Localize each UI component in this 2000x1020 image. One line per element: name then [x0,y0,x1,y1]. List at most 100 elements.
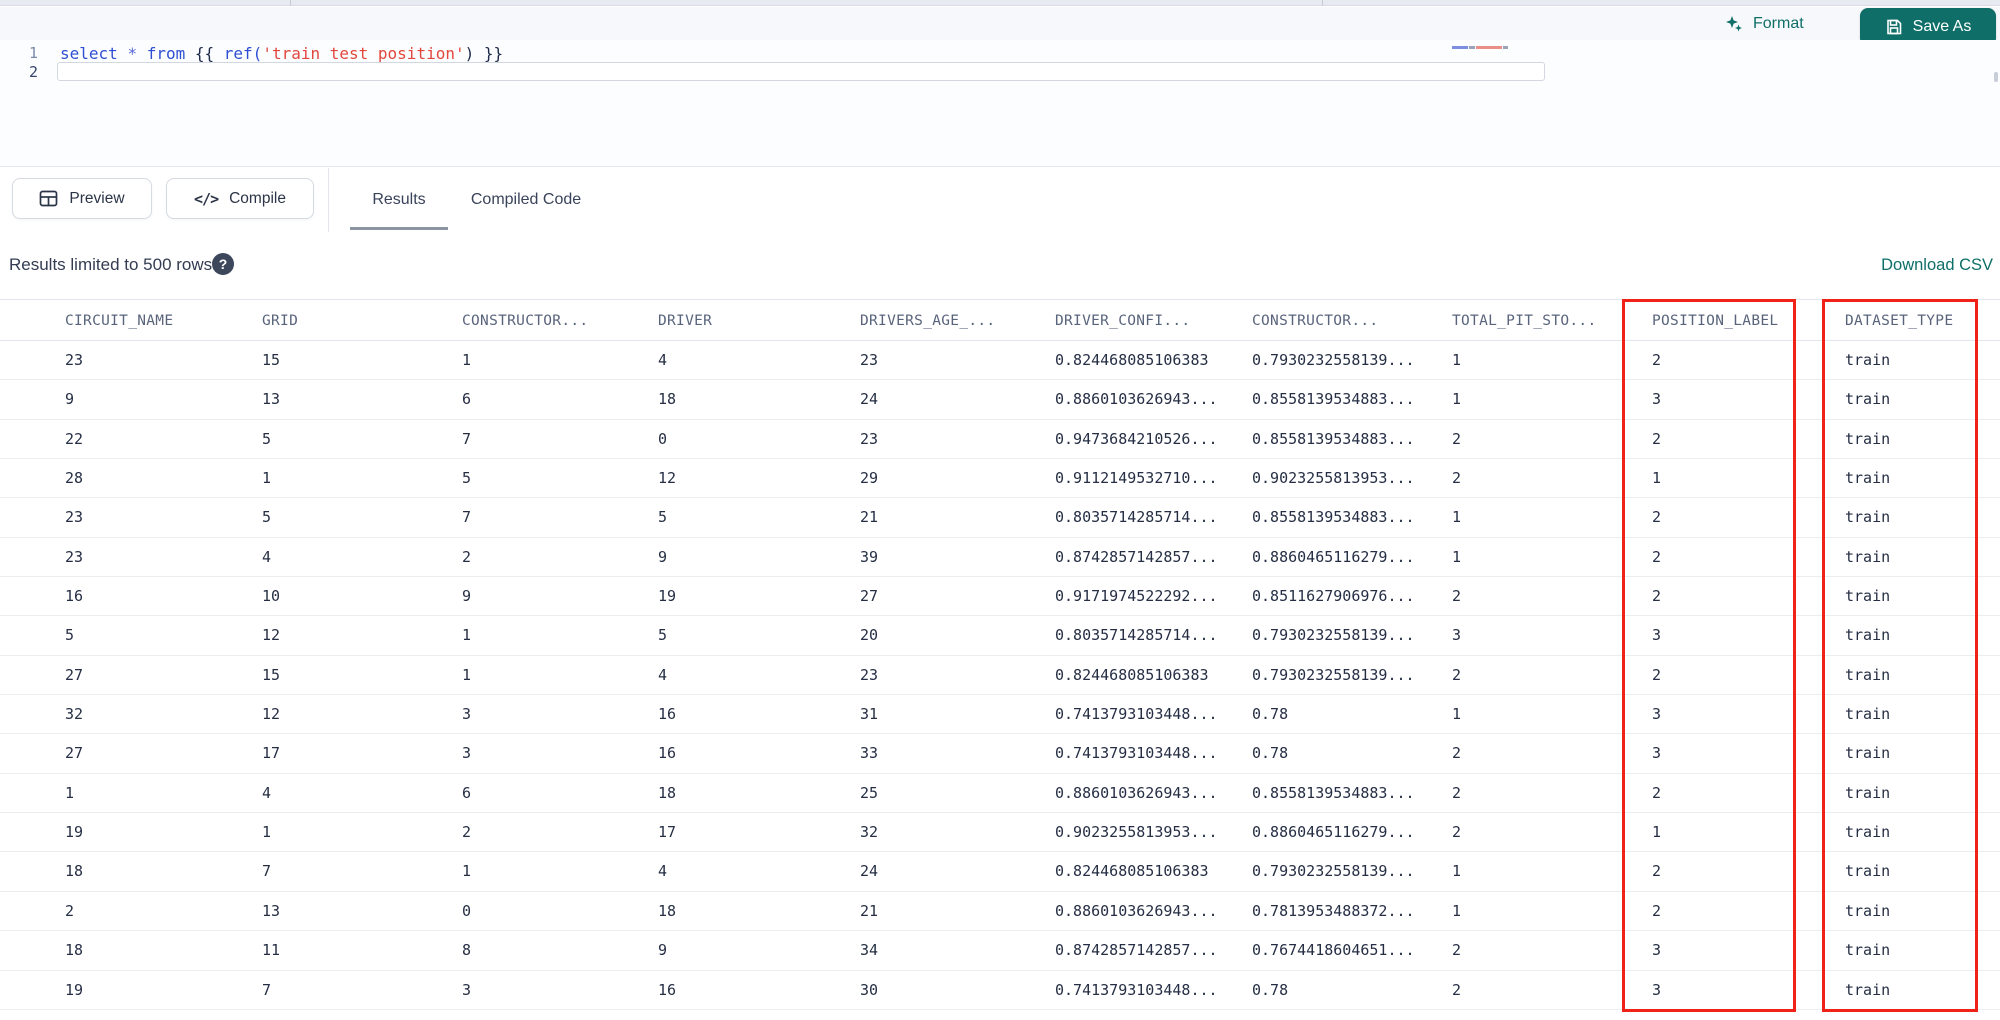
save-icon [1885,18,1903,36]
table-row: 27 15 1 4 23 0.824468085106383 0.7930232558139… [0,655,2000,696]
table-cell: 23 [65,351,84,369]
compile-button[interactable]: </> Compile [166,178,314,219]
table-cell: 19 [65,980,84,999]
table-cell: 24 [860,390,879,409]
table-cell: train [1845,547,1891,566]
format-label: Format [1753,14,1804,32]
table-cell: 0.824468085106383 [1055,665,1209,684]
tab-results[interactable]: Results [350,168,448,232]
download-csv-link[interactable]: Download CSV [1881,256,1993,275]
table-cell: 12 [658,469,677,488]
table-cell: 17 [262,744,281,763]
table-cell: 3 [462,744,472,763]
table-cell: 12 [262,626,281,645]
table-row: 2 13 0 18 21 0.8860103626943... 0.781395348837… [0,891,2000,932]
table-cell: 0.8860103626943... [1055,783,1218,802]
table-row: 22 5 7 0 23 0.9473684210526... 0.8558139534883… [0,419,2000,460]
table-cell: 3 [1652,705,1662,724]
table-cell: 1 [1452,508,1462,527]
table-cell: 16 [658,705,677,724]
tab-compiled-code[interactable]: Compiled Code [460,168,592,232]
table-cell: 0.8558139534883... [1252,508,1415,527]
table-cell: train [1845,469,1891,488]
table-cell: 0.7930232558139... [1252,665,1415,684]
table-cell: 0.9023255813953... [1055,823,1218,842]
table-cell: 0.7930232558139... [1252,626,1415,645]
table-row: 9 13 6 18 24 0.8860103626943... 0.855813953488… [0,380,2000,420]
table-cell: 0.824468085106383 [1055,351,1209,369]
table-cell: train [1845,587,1891,606]
code-token: ref( [223,44,263,63]
table-cell: 31 [860,705,879,724]
code-line-1[interactable]: select * from {{ ref('train_test_positio… [60,44,503,63]
table-cell: 1 [1452,351,1462,369]
table-cell: 27 [65,665,84,684]
table-cell: 1 [462,626,472,645]
table-cell: 3 [1652,941,1662,960]
column-header: DRIVER [658,313,713,329]
table-cell: 0.7930232558139... [1252,351,1415,369]
table-cell: train [1845,705,1891,724]
table-cell: 0.7413793103448... [1055,980,1218,999]
table-cell: 0.8035714285714... [1055,626,1218,645]
column-header: CIRCUIT_NAME [65,313,174,329]
minimap-segment [1469,46,1475,49]
sparkles-icon [1724,14,1744,34]
table-cell: 2 [1452,980,1462,999]
code-token: {{ [185,44,224,63]
table-cell: 2 [1452,941,1462,960]
table-cell: 0.8742857142857... [1055,941,1218,960]
table-cell: 1 [65,783,75,802]
table-cell: 34 [860,941,879,960]
table-cell: 2 [1652,508,1662,527]
table-cell: 15 [262,351,281,369]
table-cell: train [1845,508,1891,527]
table-cell: 0.8035714285714... [1055,508,1218,527]
table-cell: 2 [1652,783,1662,802]
code-token: select [60,44,118,63]
column-header: DATASET_TYPE [1845,313,1954,329]
minimap-segment [1452,46,1468,49]
table-cell: train [1845,901,1891,920]
table-cell: 0.7413793103448... [1055,705,1218,724]
preview-button[interactable]: Preview [12,178,152,219]
table-cell: 7 [462,429,472,448]
active-line-box[interactable] [57,62,1545,81]
table-cell: 2 [1652,901,1662,920]
sql-editor[interactable]: 1 2 select * from {{ ref('train_test_pos… [0,40,2000,167]
table-cell: 23 [65,508,84,527]
table-row: 19 1 2 17 32 0.9023255813953... 0.886046511627… [0,813,2000,853]
editor-scrollbar[interactable] [1994,72,1998,82]
table-cell: 23 [65,547,84,566]
table-cell: 1 [462,351,472,369]
table-cell: 0.9473684210526... [1055,429,1218,448]
table-cell: 1 [1652,469,1662,488]
help-icon[interactable]: ? [212,253,234,275]
minimap-segment [1503,46,1508,49]
table-row: 32 12 3 16 31 0.7413793103448... 0.78 1 3 train [0,695,2000,735]
table-cell: 9 [658,941,668,960]
table-row: 1 4 6 18 25 0.8860103626943... 0.8558139534883… [0,773,2000,814]
table-row: 27 17 3 16 33 0.7413793103448... 0.78 2 3 train [0,734,2000,774]
table-cell: 0 [658,429,668,448]
column-header: GRID [262,313,299,329]
table-cell: train [1845,429,1891,448]
table-cell: 4 [262,783,272,802]
table-cell: 27 [860,587,879,606]
table-cell: 23 [860,351,879,369]
table-cell: 3 [1652,980,1662,999]
table-cell: 18 [65,862,84,881]
header-divider [328,168,329,232]
editor-minimap[interactable] [1452,44,1534,51]
ide-window: Format Save As 1 2 select * from {{ ref(… [0,0,2000,1020]
format-button[interactable]: Format [1724,7,1804,40]
table-cell: 2 [1452,783,1462,802]
table-cell: 0.8742857142857... [1055,547,1218,566]
table-row: 23 4 2 9 39 0.8742857142857... 0.8860465116279… [0,537,2000,578]
table-cell: 2 [1452,469,1462,488]
table-cell: 1 [462,862,472,881]
table-cell: 2 [1652,587,1662,606]
table-cell: 0.8860103626943... [1055,901,1218,920]
save-as-label: Save As [1912,18,1972,35]
table-cell: 2 [1452,429,1462,448]
